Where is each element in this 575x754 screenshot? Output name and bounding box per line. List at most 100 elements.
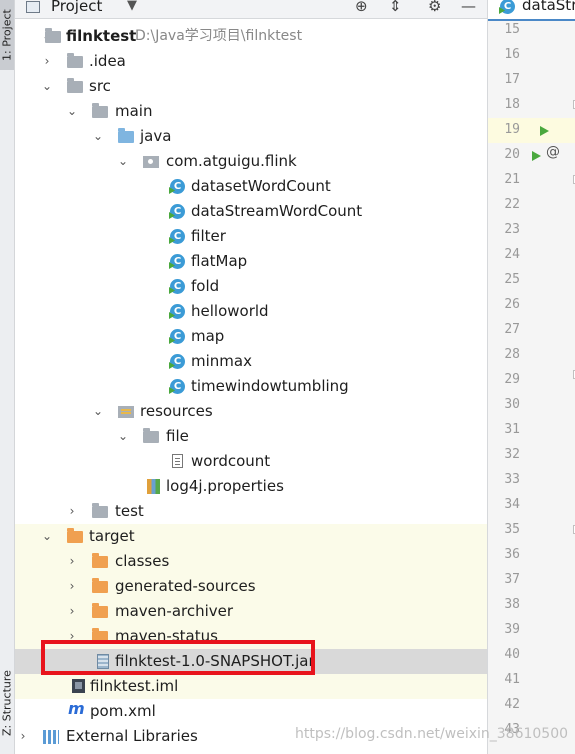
tree-item-path: D:\Java学习项目\filnktest	[135, 28, 303, 44]
run-icon[interactable]	[532, 151, 541, 161]
line-number: 25	[504, 272, 520, 287]
tree-row[interactable]: C helloworld	[15, 299, 487, 324]
tree-item-label: resources	[140, 402, 213, 420]
text-file-icon	[172, 454, 183, 468]
tree-row[interactable]: C datasetWordCount	[15, 174, 487, 199]
override-icon: @	[546, 144, 560, 160]
line-number: 34	[504, 497, 520, 512]
tree-item-label: target	[89, 527, 135, 545]
tree-row[interactable]: m pom.xml	[15, 699, 487, 724]
expand-arrow-icon[interactable]: ⌄	[41, 74, 53, 99]
collapse-arrow-icon[interactable]: ›	[66, 599, 78, 624]
tree-row[interactable]: › generated-sources	[15, 574, 487, 599]
class-icon: C	[170, 329, 185, 344]
tree-row[interactable]: ⌄ target	[15, 524, 487, 549]
tree-item-label: src	[89, 77, 111, 95]
tree-row[interactable]: C filter	[15, 224, 487, 249]
project-tool-tab-label: 1: Project	[0, 9, 14, 61]
line-number: 17	[504, 72, 520, 87]
line-number: 40	[504, 647, 520, 662]
line-number: 33	[504, 472, 520, 487]
folder-icon	[92, 103, 108, 118]
tree-row[interactable]: C fold	[15, 274, 487, 299]
tree-item-label: External Libraries	[66, 727, 198, 745]
tree-row[interactable]: ⌄ resources	[15, 399, 487, 424]
class-icon: C	[170, 379, 185, 394]
hide-icon[interactable]: —	[461, 0, 476, 15]
tree-item-label: java	[140, 127, 172, 145]
tree-item-label: timewindowtumbling	[191, 377, 349, 395]
project-view-selector[interactable]: Project	[51, 0, 102, 15]
line-number: 37	[504, 572, 520, 587]
tree-row[interactable]: filnktest.iml	[15, 674, 487, 699]
tree-item-label: main	[115, 102, 153, 120]
properties-file-icon	[147, 479, 160, 494]
line-number: 27	[504, 322, 520, 337]
tree-row[interactable]: ⌄ file	[15, 424, 487, 449]
tree-item-label: .idea	[89, 52, 126, 70]
tree-item-label: filter	[191, 227, 226, 245]
tree-item-label: flatMap	[191, 252, 248, 270]
expand-arrow-icon[interactable]: ⌄	[117, 149, 129, 174]
tree-item-label: filnktest.iml	[90, 677, 179, 695]
class-icon: C	[170, 179, 185, 194]
tree-row[interactable]: › maven-archiver	[15, 599, 487, 624]
tree-row[interactable]: ⌄ filnktest D:\Java学习项目\filnktest	[15, 24, 487, 49]
class-icon: C	[170, 354, 185, 369]
tree-row[interactable]: ⌄ java	[15, 124, 487, 149]
expand-arrow-icon[interactable]: ⌄	[92, 399, 104, 424]
structure-tool-tab[interactable]: Z: Structure	[0, 662, 14, 744]
tree-row[interactable]: › test	[15, 499, 487, 524]
tree-row[interactable]: C timewindowtumbling	[15, 374, 487, 399]
tree-row[interactable]: log4j.properties	[15, 474, 487, 499]
tree-item-label: log4j.properties	[166, 477, 284, 495]
class-icon: C	[170, 229, 185, 244]
tree-item-label: filnktest	[66, 27, 137, 45]
expand-arrow-icon[interactable]: ⌄	[92, 124, 104, 149]
collapse-arrow-icon[interactable]: ›	[17, 724, 29, 749]
tree-row[interactable]: C minmax	[15, 349, 487, 374]
chevron-down-icon[interactable]: ▼	[127, 0, 137, 13]
tree-row[interactable]: › classes	[15, 549, 487, 574]
run-icon[interactable]	[540, 126, 549, 136]
tree-row[interactable]: C map	[15, 324, 487, 349]
collapse-arrow-icon[interactable]: ›	[66, 574, 78, 599]
line-number: 15	[504, 22, 520, 37]
tree-row[interactable]: C flatMap	[15, 249, 487, 274]
folder-icon	[143, 428, 159, 443]
module-folder-icon	[45, 28, 61, 43]
excluded-folder-icon	[67, 528, 83, 543]
line-number: 41	[504, 672, 520, 687]
tree-row[interactable]: wordcount	[15, 449, 487, 474]
tree-item-label: maven-archiver	[115, 602, 234, 620]
expand-arrow-icon[interactable]: ⌄	[117, 424, 129, 449]
package-icon	[143, 156, 159, 168]
tree-item-label: classes	[115, 552, 170, 570]
tree-item-label: dataStreamWordCount	[191, 202, 363, 220]
line-number: 28	[504, 347, 520, 362]
collapse-arrow-icon[interactable]: ›	[66, 549, 78, 574]
tree-row[interactable]: ⌄ com.atguigu.flink	[15, 149, 487, 174]
class-icon: C	[170, 254, 185, 269]
line-number: 21	[504, 172, 520, 187]
tree-row[interactable]: ⌄ src	[15, 74, 487, 99]
structure-tool-tab-label: Z: Structure	[0, 670, 14, 736]
tree-row[interactable]: › .idea	[15, 49, 487, 74]
tree-row[interactable]: C dataStreamWordCount	[15, 199, 487, 224]
project-tool-tab[interactable]: 1: Project	[0, 0, 14, 70]
resources-folder-icon	[118, 406, 134, 418]
expand-arrow-icon[interactable]: ⌄	[66, 99, 78, 124]
tree-item-label: datasetWordCount	[191, 177, 331, 195]
collapse-all-icon[interactable]: ⇕	[389, 0, 402, 15]
gear-icon[interactable]: ⚙	[428, 0, 441, 15]
tree-row[interactable]: ⌄ main	[15, 99, 487, 124]
collapse-arrow-icon[interactable]: ›	[41, 49, 53, 74]
collapse-arrow-icon[interactable]: ›	[66, 499, 78, 524]
expand-arrow-icon[interactable]: ⌄	[41, 524, 53, 549]
editor-tab[interactable]: C dataStr	[488, 0, 575, 21]
line-number: 22	[504, 197, 520, 212]
line-number: 38	[504, 597, 520, 612]
line-number: 29	[504, 372, 520, 387]
iml-file-icon	[72, 679, 85, 693]
locate-target-icon[interactable]: ⊕	[355, 0, 368, 15]
